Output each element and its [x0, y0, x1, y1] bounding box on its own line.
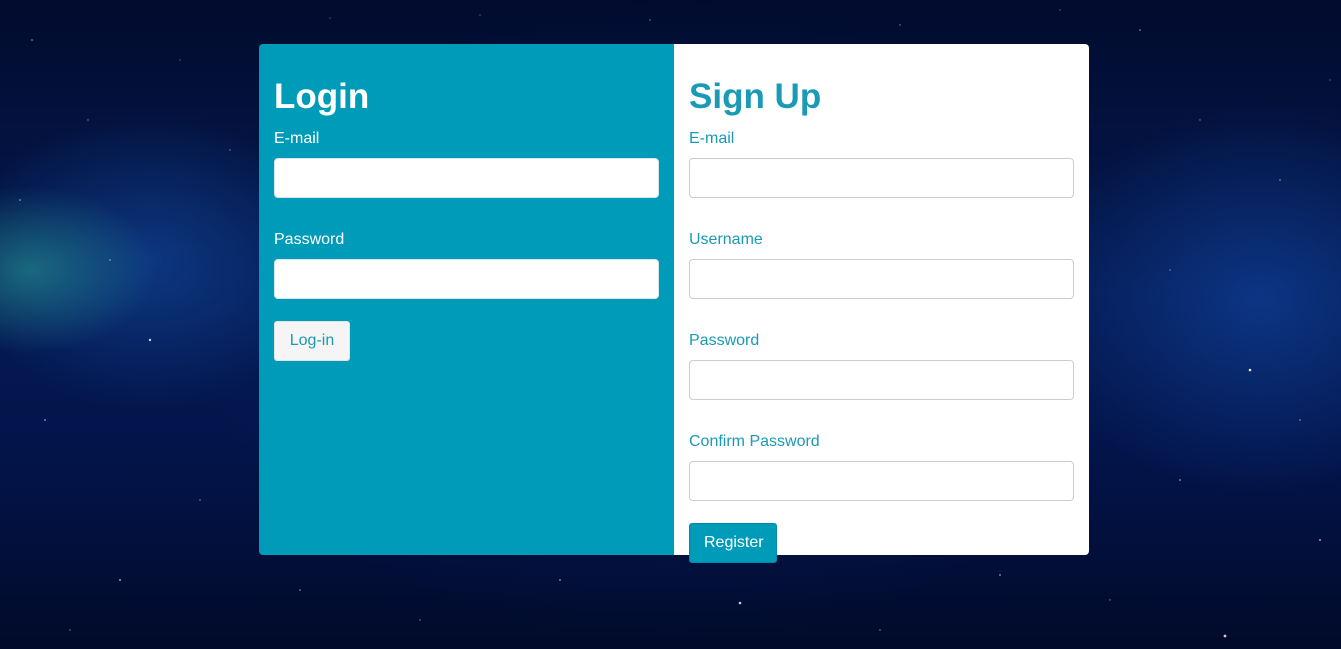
signup-password-label: Password — [689, 332, 760, 349]
signup-email-input[interactable] — [689, 158, 1074, 198]
signup-panel: Sign Up E-mail Username Password Confirm… — [674, 44, 1089, 563]
login-password-input[interactable] — [274, 259, 659, 299]
login-password-label: Password — [274, 231, 345, 248]
login-panel: Login E-mail Password Log-in — [259, 44, 674, 555]
signup-password-input[interactable] — [689, 360, 1074, 400]
signup-confirm-password-input[interactable] — [689, 461, 1074, 501]
register-button[interactable]: Register — [689, 523, 777, 563]
login-title: Login — [274, 77, 370, 116]
login-email-input[interactable] — [274, 158, 659, 198]
signup-confirm-password-label: Confirm Password — [689, 433, 820, 450]
login-email-label: E-mail — [274, 130, 320, 147]
signup-email-label: E-mail — [689, 130, 735, 147]
login-button[interactable]: Log-in — [274, 321, 350, 361]
signup-username-label: Username — [689, 231, 763, 248]
signup-username-input[interactable] — [689, 259, 1074, 299]
signup-title: Sign Up — [689, 77, 822, 116]
